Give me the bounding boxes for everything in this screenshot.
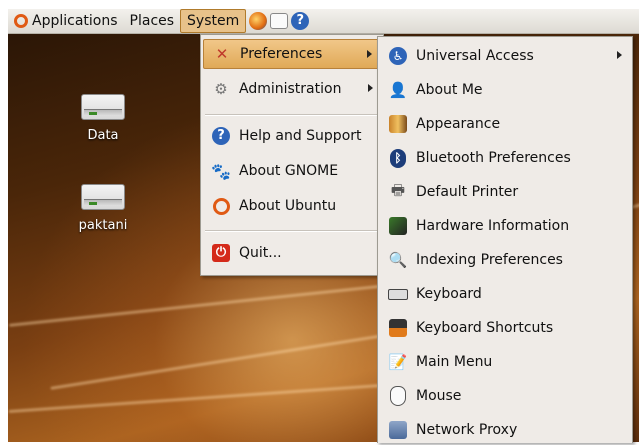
menu-separator [205,114,379,116]
keyboard-icon [388,284,408,304]
menu-item-label: Mouse [416,388,462,404]
menu-item-label: Indexing Preferences [416,252,563,268]
menu-item-label: Help and Support [239,128,362,144]
preferences-submenu: ♿ Universal Access 👤 About Me Appearance… [377,36,633,443]
network-proxy-icon [388,420,408,440]
menu-item-label: About Me [416,82,483,98]
menu-item-keyboard[interactable]: Keyboard [380,279,630,309]
firefox-icon[interactable] [249,12,268,30]
administration-icon: ⚙ [214,80,228,98]
applications-menu[interactable]: Applications [8,9,124,33]
menu-item-label: Universal Access [416,48,534,64]
accessibility-icon: ♿ [388,46,408,66]
menu-item-keyboard-shortcuts[interactable]: Keyboard Shortcuts [380,313,630,343]
submenu-arrow-icon [368,84,373,92]
menu-item-bluetooth-preferences[interactable]: ᛒ Bluetooth Preferences [380,143,630,173]
hardware-icon [388,216,408,236]
menu-item-label: Hardware Information [416,218,570,234]
menu-item-quit[interactable]: ⏻ Quit... [203,238,381,268]
applications-menu-label: Applications [32,13,118,29]
desktop-icon-label: paktani [78,218,128,233]
menu-item-label: About Ubuntu [239,198,337,214]
menu-item-administration[interactable]: ⚙ Administration [203,74,381,104]
mouse-icon [388,386,408,406]
menu-item-about-me[interactable]: 👤 About Me [380,75,630,105]
menu-item-label: Bluetooth Preferences [416,150,571,166]
menu-item-label: Main Menu [416,354,493,370]
drive-icon [81,184,125,210]
menu-item-about-gnome[interactable]: 🐾 About GNOME [203,156,381,186]
menu-item-help-and-support[interactable]: ? Help and Support [203,121,381,151]
mail-icon[interactable] [270,13,289,29]
main-menu-icon: 📝 [388,353,408,371]
menu-item-about-ubuntu[interactable]: About Ubuntu [203,191,381,221]
drive-icon [81,94,125,120]
menu-item-universal-access[interactable]: ♿ Universal Access [380,41,630,71]
desktop-icon-paktani[interactable]: paktani [68,184,138,233]
menu-item-label: Keyboard Shortcuts [416,320,554,336]
menu-separator [205,230,379,232]
menu-item-label: Appearance [416,116,501,132]
menu-item-preferences[interactable]: ✕ Preferences [203,39,381,69]
menu-item-label: Administration [239,81,342,97]
keyboard-shortcuts-icon [388,318,408,338]
gnome-foot-icon: 🐾 [211,161,231,181]
menu-item-hardware-information[interactable]: Hardware Information [380,211,630,241]
system-menu-label: System [187,13,240,29]
indexing-icon: 🔍 [388,251,408,269]
ubuntu-logo-icon [14,14,28,28]
submenu-arrow-icon [367,50,372,58]
desktop-icon-label: Data [87,128,119,143]
bluetooth-icon: ᛒ [388,148,408,168]
system-menu[interactable]: System [180,9,247,33]
menu-item-label: Keyboard [416,286,482,302]
menu-item-label: Quit... [239,245,282,261]
menu-item-network-proxy[interactable]: Network Proxy [380,415,630,445]
menu-item-label: Default Printer [416,184,519,200]
menu-item-label: Network Proxy [416,422,518,438]
places-menu[interactable]: Places [124,9,181,33]
menu-item-main-menu[interactable]: 📝 Main Menu [380,347,630,377]
desktop-icon-data[interactable]: Data [68,94,138,143]
power-icon: ⏻ [211,243,231,263]
places-menu-label: Places [129,13,175,29]
menu-item-label: Preferences [240,46,323,62]
menu-item-mouse[interactable]: Mouse [380,381,630,411]
menu-item-appearance[interactable]: Appearance [380,109,630,139]
help-icon[interactable]: ? [291,12,310,30]
ubuntu-logo-icon [211,196,231,216]
printer-icon: 🖶 [390,180,406,199]
system-menu-dropdown: ✕ Preferences ⚙ Administration ? Help an… [200,34,384,276]
preferences-icon: ✕ [215,45,229,63]
about-me-icon: 👤 [388,81,408,99]
menu-item-label: About GNOME [239,163,339,179]
help-icon: ? [211,126,231,146]
submenu-arrow-icon [617,51,622,59]
top-panel: Applications Places System ? [8,9,639,34]
menu-item-default-printer[interactable]: 🖶 Default Printer [380,177,630,207]
appearance-icon [388,114,408,134]
menu-item-indexing-preferences[interactable]: 🔍 Indexing Preferences [380,245,630,275]
